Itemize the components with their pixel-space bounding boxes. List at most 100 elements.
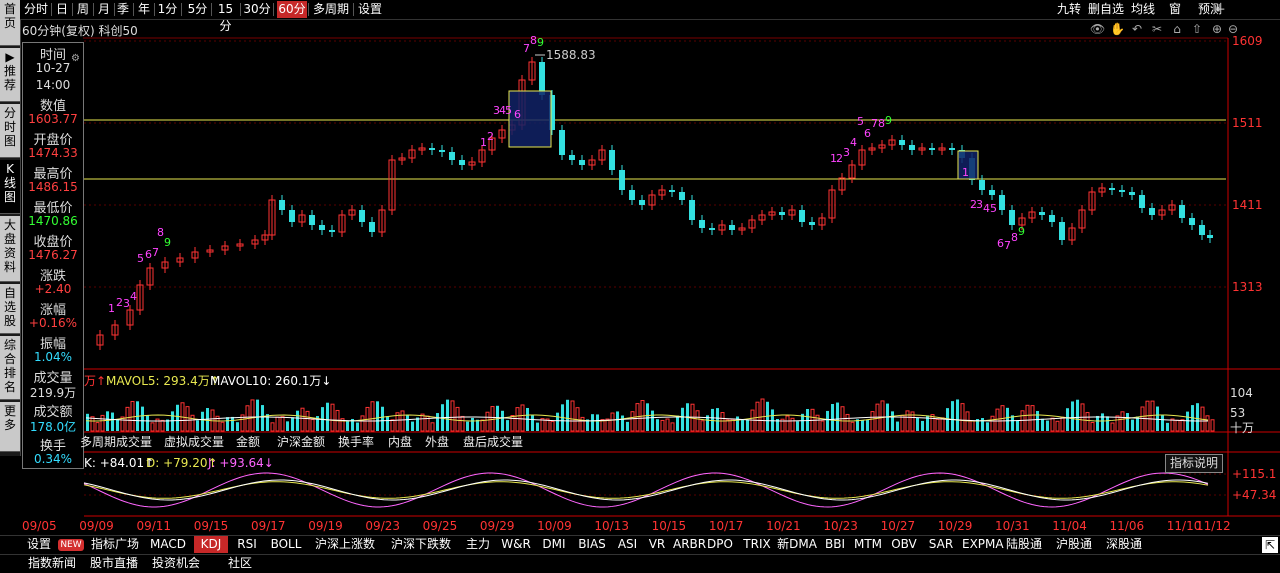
info-value-8: +0.16% [28, 316, 78, 330]
volume-subtab-2[interactable]: 金额 [236, 434, 260, 451]
info-value-3: 1474.33 [28, 146, 78, 160]
indicator-tab-22[interactable]: SAR [925, 536, 957, 553]
volume-bar [201, 411, 204, 431]
volume-bar [570, 400, 575, 432]
footer-tab-0[interactable]: 指数新闻 [24, 555, 80, 572]
indicator-tab-18[interactable]: 新DMA [777, 536, 817, 553]
volume-bar [1110, 422, 1115, 432]
footer-tab-1[interactable]: 股市直播 [86, 555, 142, 572]
x-axis-label: 11/06 [1110, 519, 1145, 533]
volume-subtab-7[interactable]: 盘后成交量 [463, 434, 523, 451]
volume-bar [1186, 411, 1189, 431]
indicator-tab-13[interactable]: ASI [614, 536, 641, 553]
volume-bar [1101, 413, 1104, 431]
volume-subtab-4[interactable]: 换手率 [338, 434, 374, 451]
info-value-4: 1486.15 [28, 180, 78, 194]
candle [949, 148, 955, 150]
indicator-tab-4[interactable]: KDJ [194, 536, 228, 553]
candle [809, 222, 815, 225]
indicator-help-button[interactable]: 指标说明 [1165, 454, 1224, 473]
indicator-tab-16[interactable]: DPO [703, 536, 737, 553]
indicator-tab-12[interactable]: BIAS [574, 536, 610, 553]
nine-turn-marker: 6 [997, 237, 1004, 250]
volume-bar [501, 410, 504, 431]
indicator-tab-15[interactable]: ARBR [673, 536, 706, 553]
nine-turn-marker: 2 [116, 296, 123, 309]
volume-subtab-0[interactable]: 多周期成交量 [80, 434, 152, 451]
indicator-tab-11[interactable]: DMI [538, 536, 570, 553]
candle [779, 212, 785, 215]
volume-bar [226, 417, 229, 431]
nine-turn-marker: 4 [983, 202, 990, 215]
volume-bar [300, 407, 305, 432]
volume-subtab-6[interactable]: 外盘 [425, 434, 449, 451]
volume-bar [676, 415, 679, 431]
indicator-tab-8[interactable]: 沪深下跌数 [384, 536, 458, 553]
candle [639, 200, 645, 205]
volume-subtab-1[interactable]: 虚拟成交量 [164, 434, 224, 451]
kdj-axis-label: +115.1 [1232, 467, 1276, 481]
volume-bar [1120, 411, 1125, 432]
volume-bar [310, 419, 315, 432]
x-axis-label: 11/12 [1196, 519, 1231, 533]
candle [609, 150, 615, 170]
indicator-tab-2[interactable]: 指标广场 [88, 536, 142, 553]
candle [1189, 218, 1195, 225]
indicator-tab-23[interactable]: EXPMA [962, 536, 1004, 553]
volume-bar [190, 414, 195, 432]
info-panel: 时间 10-27 14:00 数值 1603.77 开盘价 1474.33 最高价 1486.1… [22, 42, 84, 469]
volume-bar [986, 422, 989, 431]
volume-bar [356, 422, 359, 431]
volume-bar [515, 407, 520, 432]
indicator-tab-1[interactable]: NEW [58, 539, 84, 551]
info-value-5: 1470.86 [28, 214, 78, 228]
volume-bar [150, 422, 155, 432]
nine-turn-marker: 6 [864, 127, 871, 140]
indicator-tab-3[interactable]: MACD [146, 536, 190, 553]
indicator-tab-21[interactable]: OBV [887, 536, 921, 553]
nine-turn-marker: 2 [836, 152, 843, 165]
volume-subtab-5[interactable]: 内盘 [388, 434, 412, 451]
volume-bar [970, 420, 975, 432]
indicator-tab-0[interactable]: 设置 [24, 536, 54, 553]
indicator-tab-10[interactable]: W&R [498, 536, 534, 553]
volume-bar [1085, 412, 1090, 432]
candle [679, 192, 685, 200]
indicator-tab-20[interactable]: MTM [853, 536, 883, 553]
indicator-tab-19[interactable]: BBI [821, 536, 849, 553]
volume-bar [651, 410, 654, 431]
price-axis-label: 1609 [1232, 34, 1263, 48]
indicator-tab-17[interactable]: TRIX [741, 536, 773, 553]
x-axis-label: 09/05 [22, 519, 57, 533]
scroll-up-icon[interactable]: ⇱ [1262, 537, 1278, 553]
x-axis-label: 10/21 [766, 519, 801, 533]
kline-chart[interactable]: 16091511141113131588.831 2 345 6 7891 23 4 5 678… [0, 0, 1280, 535]
indicator-tab-14[interactable]: VR [645, 536, 669, 553]
volume-bar [870, 411, 875, 432]
volume-bar [90, 416, 95, 432]
indicator-tab-9[interactable]: 主力 [462, 536, 494, 553]
volume-bar [826, 410, 829, 431]
indicator-tab-7[interactable]: 沪深上涨数 [310, 536, 380, 553]
settings-icon[interactable]: ⚙ [71, 53, 80, 64]
volume-subtab-3[interactable]: 沪深金额 [277, 434, 325, 451]
indicator-tab-25[interactable]: 沪股通 [1051, 536, 1097, 553]
footer-tab-2[interactable]: 投资机会 [148, 555, 204, 572]
volume-bar [755, 401, 760, 432]
volume-bar [450, 400, 455, 432]
indicator-tab-6[interactable]: BOLL [266, 536, 306, 553]
volume-bar [896, 421, 899, 431]
volume-bar [1150, 400, 1155, 432]
candle [979, 180, 985, 190]
volume-bar [95, 422, 100, 432]
nine-turn-marker: 7 [1004, 239, 1011, 252]
indicator-tab-5[interactable]: RSI [232, 536, 262, 553]
volume-bar [116, 419, 119, 431]
indicator-tab-24[interactable]: 陆股通 [1001, 536, 1047, 553]
volume-bar [1006, 407, 1009, 431]
volume-bar [891, 411, 894, 431]
indicator-tab-26[interactable]: 深股通 [1101, 536, 1147, 553]
volume-bar [771, 409, 774, 431]
footer-tab-3[interactable]: 社区 [212, 555, 268, 572]
info-value-10: 219.9万 [29, 386, 77, 400]
